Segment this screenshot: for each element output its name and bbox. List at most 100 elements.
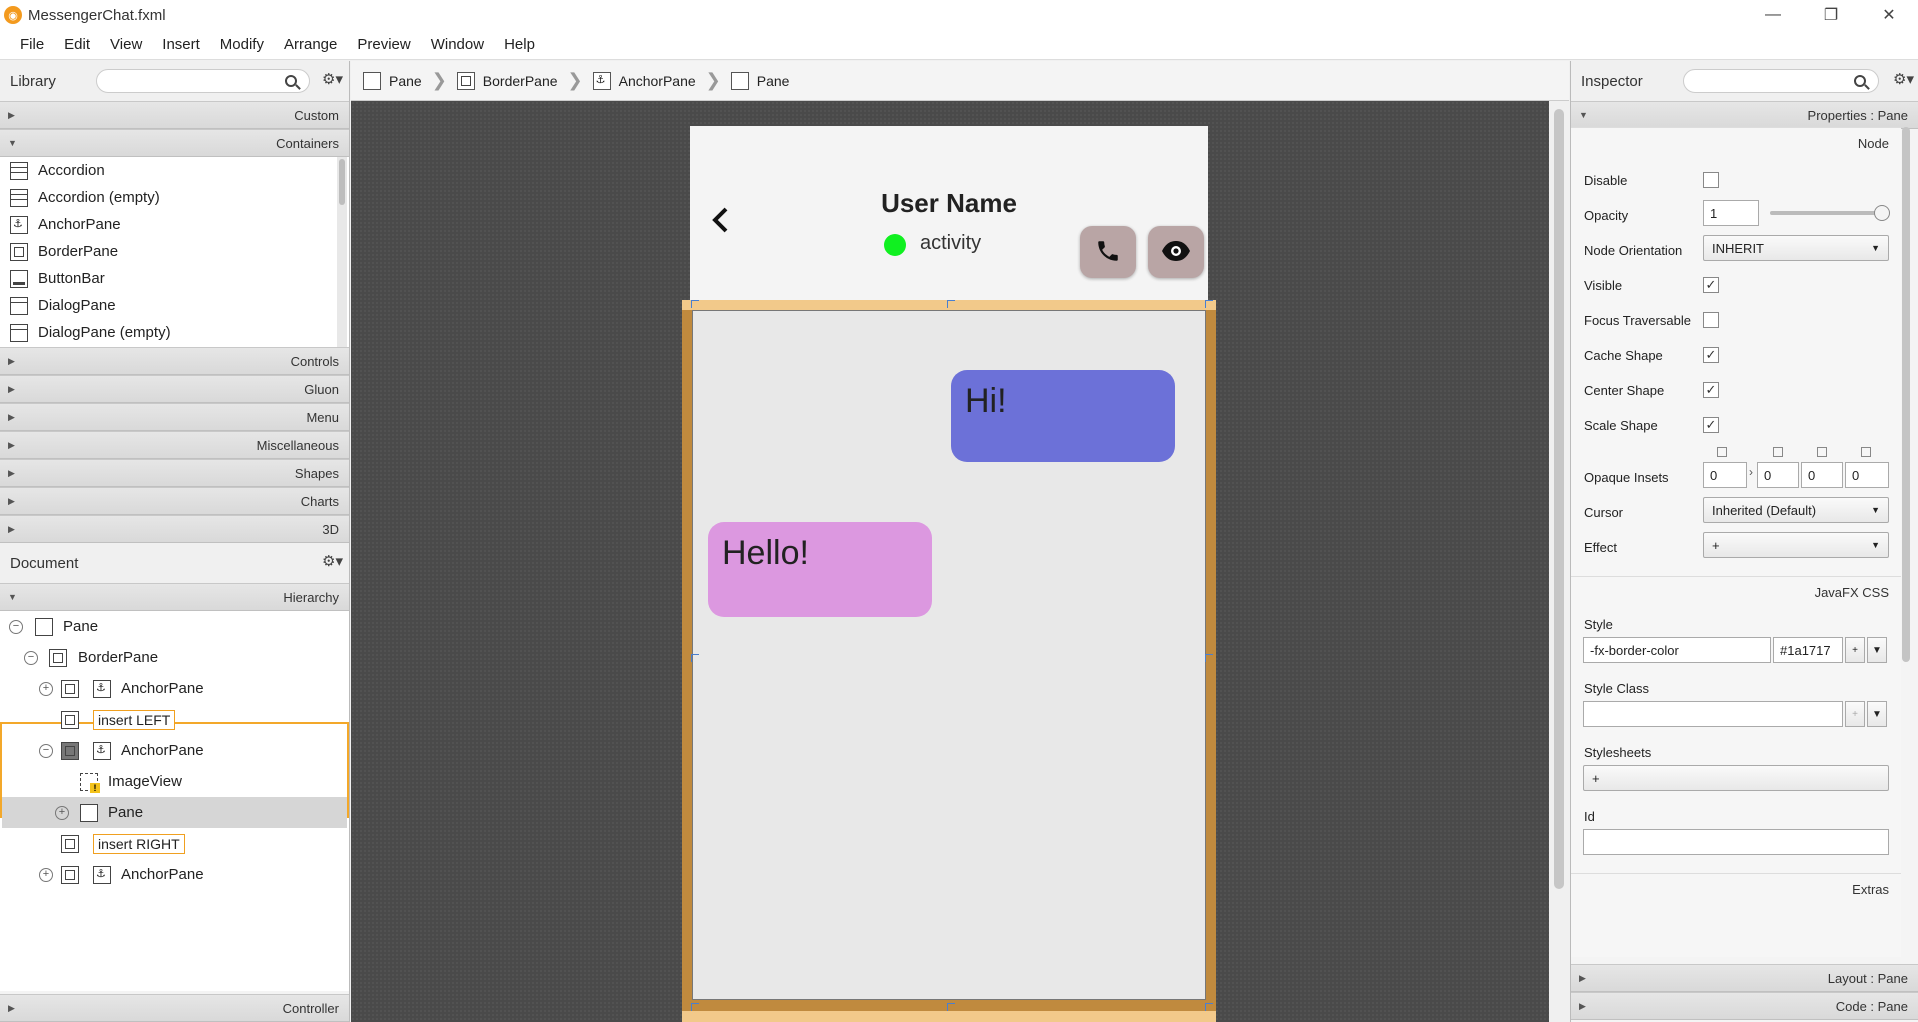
library-item-accordion[interactable]: Accordion	[0, 157, 349, 184]
inspector-scrollbar[interactable]	[1900, 127, 1912, 957]
inset-top-input[interactable]: 0	[1703, 462, 1747, 488]
id-input[interactable]	[1583, 829, 1889, 855]
style-class-input[interactable]	[1583, 701, 1843, 727]
close-button[interactable]: ✕	[1860, 0, 1918, 30]
style-class-menu-button[interactable]: ▼	[1867, 701, 1887, 727]
inspector-search-input[interactable]	[1683, 69, 1879, 93]
menu-help[interactable]: Help	[494, 36, 545, 53]
layout-header[interactable]: ▶ Layout : Pane	[1571, 964, 1918, 992]
restore-button[interactable]: ❐	[1802, 0, 1860, 30]
resize-handle[interactable]	[1205, 654, 1213, 662]
library-scrollbar[interactable]	[337, 157, 347, 347]
section-custom[interactable]: ▶ Custom	[0, 101, 349, 129]
center-shape-checkbox[interactable]: ✓	[1703, 382, 1719, 398]
resize-handle[interactable]	[691, 300, 699, 308]
collapse-icon[interactable]: −	[39, 743, 53, 758]
design-canvas[interactable]: User Name activity Hi! Hello!	[351, 101, 1569, 1022]
minimize-button[interactable]: —	[1744, 0, 1802, 30]
section-charts[interactable]: ▶ Charts	[0, 487, 349, 515]
section-hierarchy[interactable]: ▼ Hierarchy	[0, 583, 349, 611]
library-search-input[interactable]	[96, 69, 310, 93]
tree-row-imageview[interactable]: ImageView	[0, 766, 350, 797]
menu-preview[interactable]: Preview	[347, 36, 420, 53]
library-item-dialogpane[interactable]: DialogPane	[0, 292, 349, 319]
call-button[interactable]	[1080, 226, 1136, 278]
section-3d[interactable]: ▶ 3D	[0, 515, 349, 543]
opacity-input[interactable]: 1	[1703, 200, 1759, 226]
effect-select[interactable]: + ▼	[1703, 532, 1889, 558]
library-item-borderpane[interactable]: BorderPane	[0, 238, 349, 265]
style-add-button[interactable]: +	[1845, 637, 1865, 663]
opacity-slider[interactable]	[1770, 211, 1882, 215]
menu-file[interactable]: File	[10, 36, 54, 53]
library-scroll-thumb[interactable]	[339, 159, 345, 205]
inset-left-input[interactable]: 0	[1845, 462, 1889, 488]
breadcrumb-anchorpane[interactable]: AnchorPane	[592, 71, 696, 90]
scale-shape-checkbox[interactable]: ✓	[1703, 417, 1719, 433]
stylesheets-add-button[interactable]: +	[1583, 765, 1889, 791]
document-gear-icon[interactable]: ⚙▾	[322, 552, 343, 570]
expand-icon[interactable]: +	[55, 805, 69, 820]
menu-view[interactable]: View	[100, 36, 152, 53]
section-controls[interactable]: ▶ Controls	[0, 347, 349, 375]
expand-icon[interactable]: +	[39, 867, 53, 882]
tree-row-insert-left[interactable]: insert LEFT	[0, 704, 350, 735]
menu-window[interactable]: Window	[421, 36, 494, 53]
section-shapes[interactable]: ▶ Shapes	[0, 459, 349, 487]
cache-shape-checkbox[interactable]: ✓	[1703, 347, 1719, 363]
section-menu[interactable]: ▶ Menu	[0, 403, 349, 431]
chat-messages-pane[interactable]: Hi! Hello!	[692, 310, 1206, 1000]
menu-modify[interactable]: Modify	[210, 36, 274, 53]
resize-handle[interactable]	[947, 1003, 955, 1011]
collapse-icon[interactable]: −	[24, 650, 38, 665]
tree-row-anchorpane-center[interactable]: − AnchorPane	[0, 735, 350, 766]
resize-handle[interactable]	[1205, 300, 1213, 308]
outgoing-message-bubble[interactable]: Hi!	[951, 370, 1175, 462]
resize-handle[interactable]	[1205, 1003, 1213, 1011]
view-button[interactable]	[1148, 226, 1204, 278]
expand-icon[interactable]: +	[39, 681, 53, 696]
resize-handle[interactable]	[947, 300, 955, 308]
tree-row-insert-right[interactable]: insert RIGHT	[0, 828, 350, 859]
chat-header[interactable]: User Name activity	[690, 126, 1208, 306]
inspector-scroll-thumb[interactable]	[1902, 127, 1910, 662]
code-header[interactable]: ▶ Code : Pane	[1571, 992, 1918, 1020]
tree-row-anchorpane-top[interactable]: + AnchorPane	[0, 673, 350, 704]
breadcrumb-borderpane[interactable]: BorderPane	[456, 71, 558, 90]
node-orientation-select[interactable]: INHERIT ▼	[1703, 235, 1889, 261]
focus-traversable-checkbox[interactable]	[1703, 312, 1719, 328]
properties-header[interactable]: ▼ Properties : Pane	[1571, 101, 1918, 129]
library-item-dialogpane-empty[interactable]: DialogPane (empty)	[0, 319, 349, 346]
section-controller[interactable]: ▶ Controller	[0, 994, 349, 1022]
inset-bottom-input[interactable]: 0	[1801, 462, 1843, 488]
tree-row-borderpane[interactable]: − BorderPane	[0, 642, 350, 673]
disable-checkbox[interactable]	[1703, 172, 1719, 188]
menu-arrange[interactable]: Arrange	[274, 36, 347, 53]
style-class-add-button[interactable]: +	[1845, 701, 1865, 727]
opacity-slider-knob[interactable]	[1874, 205, 1890, 221]
menu-edit[interactable]: Edit	[54, 36, 100, 53]
style-value-input[interactable]: #1a1717	[1773, 637, 1843, 663]
resize-handle[interactable]	[691, 1003, 699, 1011]
library-item-anchorpane[interactable]: AnchorPane	[0, 211, 349, 238]
incoming-message-bubble[interactable]: Hello!	[708, 522, 932, 617]
resize-handle[interactable]	[691, 654, 699, 662]
tree-row-anchorpane-bottom[interactable]: + AnchorPane	[0, 859, 350, 890]
tree-row-pane-selected[interactable]: + Pane	[2, 797, 347, 828]
collapse-icon[interactable]: −	[9, 619, 23, 634]
library-item-accordion-empty[interactable]: Accordion (empty)	[0, 184, 349, 211]
inspector-gear-icon[interactable]: ⚙▾	[1893, 70, 1914, 88]
breadcrumb-pane-current[interactable]: Pane	[730, 71, 789, 90]
link-arrow-icon[interactable]: ›	[1749, 465, 1753, 479]
section-gluon[interactable]: ▶ Gluon	[0, 375, 349, 403]
tree-row-pane-root[interactable]: − Pane	[0, 611, 350, 642]
breadcrumb-pane[interactable]: Pane	[363, 71, 422, 90]
canvas-scrollbar[interactable]	[1549, 101, 1569, 1022]
library-item-buttonbar[interactable]: ButtonBar	[0, 265, 349, 292]
library-gear-icon[interactable]: ⚙▾	[322, 70, 343, 88]
inset-right-input[interactable]: 0	[1757, 462, 1799, 488]
cursor-select[interactable]: Inherited (Default) ▼	[1703, 497, 1889, 523]
style-menu-button[interactable]: ▼	[1867, 637, 1887, 663]
section-containers[interactable]: ▼ Containers	[0, 129, 349, 157]
section-miscellaneous[interactable]: ▶ Miscellaneous	[0, 431, 349, 459]
